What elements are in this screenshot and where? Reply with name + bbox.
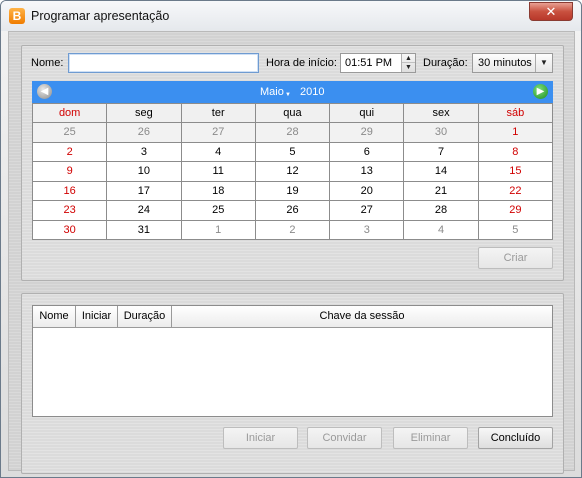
day-cell[interactable]: 26 <box>254 200 331 221</box>
day-cell[interactable]: 10 <box>106 161 182 182</box>
day-cell[interactable]: 21 <box>403 180 479 201</box>
chevron-down-icon[interactable]: ▼ <box>535 54 552 72</box>
calendar-grid: dom seg ter qua qui sex sáb 25 26 27 28 … <box>31 103 554 240</box>
name-label: Nome: <box>31 57 64 69</box>
day-cell[interactable]: 31 <box>106 219 182 240</box>
day-cell[interactable]: 29 <box>329 122 405 143</box>
weekday-fri: sex <box>403 103 479 123</box>
title-bar[interactable]: B Programar apresentação ✕ <box>1 1 581 31</box>
dialog-window: B Programar apresentação ✕ Nome: Hora de… <box>0 0 582 478</box>
day-cell[interactable]: 19 <box>254 180 331 201</box>
duration-value: 30 minutos <box>478 57 532 69</box>
start-time-field[interactable]: 01:51 PM ▲ ▼ <box>340 53 416 73</box>
day-cell[interactable]: 22 <box>477 180 554 201</box>
day-cell[interactable]: 9 <box>31 161 108 182</box>
weekday-mon: seg <box>106 103 182 123</box>
day-cell[interactable]: 11 <box>180 161 256 182</box>
day-cell[interactable]: 13 <box>329 161 405 182</box>
day-cell[interactable]: 4 <box>403 219 479 240</box>
day-cell[interactable]: 28 <box>254 122 331 143</box>
start-time-value: 01:51 PM <box>345 57 393 69</box>
day-cell[interactable]: 14 <box>403 161 479 182</box>
day-cell[interactable]: 28 <box>403 200 479 221</box>
column-header-duration[interactable]: Duração <box>118 306 172 328</box>
day-cell[interactable]: 27 <box>329 200 405 221</box>
sessions-list[interactable]: Nome Iniciar Duração Chave da sessão <box>32 305 553 417</box>
invite-button[interactable]: Convidar <box>307 427 382 449</box>
dialog-body: Nome: Hora de início: 01:51 PM ▲ ▼ Duraç… <box>8 31 575 474</box>
weekday-sun: dom <box>31 103 108 123</box>
day-cell[interactable]: 20 <box>329 180 405 201</box>
calendar-week: 9 10 11 12 13 14 15 <box>31 161 554 182</box>
day-cell[interactable]: 23 <box>31 200 108 221</box>
app-icon: B <box>9 8 25 24</box>
day-cell[interactable]: 18 <box>180 180 256 201</box>
weekday-tue: ter <box>180 103 256 123</box>
calendar-week: 2 3 4 5 6 7 8 <box>31 141 554 162</box>
day-cell[interactable]: 17 <box>106 180 182 201</box>
arrow-left-icon[interactable]: ◀ <box>37 84 52 99</box>
day-cell[interactable]: 2 <box>31 141 108 162</box>
day-cell[interactable]: 5 <box>477 219 554 240</box>
day-cell[interactable]: 1 <box>477 122 554 143</box>
calendar-week: 23 24 25 26 27 28 29 <box>31 200 554 221</box>
done-button[interactable]: Concluído <box>478 427 553 449</box>
day-cell[interactable]: 25 <box>180 200 256 221</box>
spin-down-icon[interactable]: ▼ <box>402 63 415 72</box>
weekday-sat: sáb <box>477 103 554 123</box>
day-cell[interactable]: 1 <box>180 219 256 240</box>
window-title: Programar apresentação <box>31 9 170 23</box>
month-caret-icon: ▼ <box>285 92 291 98</box>
day-cell[interactable]: 29 <box>477 200 554 221</box>
delete-button[interactable]: Eliminar <box>393 427 468 449</box>
day-cell[interactable]: 24 <box>106 200 182 221</box>
duration-label: Duração: <box>423 57 468 69</box>
calendar-header: ◀ Maio ▼ 2010 ▶ <box>32 81 553 103</box>
day-cell[interactable]: 4 <box>180 141 256 162</box>
day-cell[interactable]: 30 <box>31 219 108 240</box>
day-cell[interactable]: 7 <box>403 141 479 162</box>
day-cell[interactable]: 3 <box>106 141 182 162</box>
calendar-week: 25 26 27 28 29 30 1 <box>31 122 554 143</box>
start-time-label: Hora de início: <box>266 57 337 69</box>
time-spinner[interactable]: ▲ ▼ <box>401 54 415 72</box>
day-cell[interactable]: 5 <box>254 141 331 162</box>
year-label[interactable]: 2010 <box>300 86 324 98</box>
start-button[interactable]: Iniciar <box>223 427 298 449</box>
close-button[interactable]: ✕ <box>529 2 573 21</box>
day-cell[interactable]: 25 <box>31 122 108 143</box>
weekday-wed: qua <box>254 103 331 123</box>
name-input[interactable] <box>68 53 259 73</box>
day-cell[interactable]: 16 <box>31 180 108 201</box>
create-button[interactable]: Criar <box>478 247 553 269</box>
day-cell[interactable]: 12 <box>254 161 331 182</box>
arrow-right-icon[interactable]: ▶ <box>533 84 548 99</box>
weekday-thu: qui <box>329 103 405 123</box>
month-selector[interactable]: Maio <box>260 86 284 98</box>
column-header-start[interactable]: Iniciar <box>76 306 118 328</box>
calendar-week: 16 17 18 19 20 21 22 <box>31 180 554 201</box>
day-cell[interactable]: 3 <box>329 219 405 240</box>
spin-up-icon[interactable]: ▲ <box>402 54 415 63</box>
day-cell[interactable]: 8 <box>477 141 554 162</box>
day-cell[interactable]: 6 <box>329 141 405 162</box>
column-header-name[interactable]: Nome <box>33 306 76 328</box>
day-cell[interactable]: 30 <box>403 122 479 143</box>
duration-select[interactable]: 30 minutos ▼ <box>472 53 553 73</box>
day-cell[interactable]: 2 <box>254 219 331 240</box>
day-cell[interactable]: 15 <box>477 161 554 182</box>
calendar-week: 30 31 1 2 3 4 5 <box>31 219 554 240</box>
day-cell[interactable]: 27 <box>180 122 256 143</box>
column-header-session-key[interactable]: Chave da sessão <box>172 306 552 328</box>
day-cell[interactable]: 26 <box>106 122 182 143</box>
